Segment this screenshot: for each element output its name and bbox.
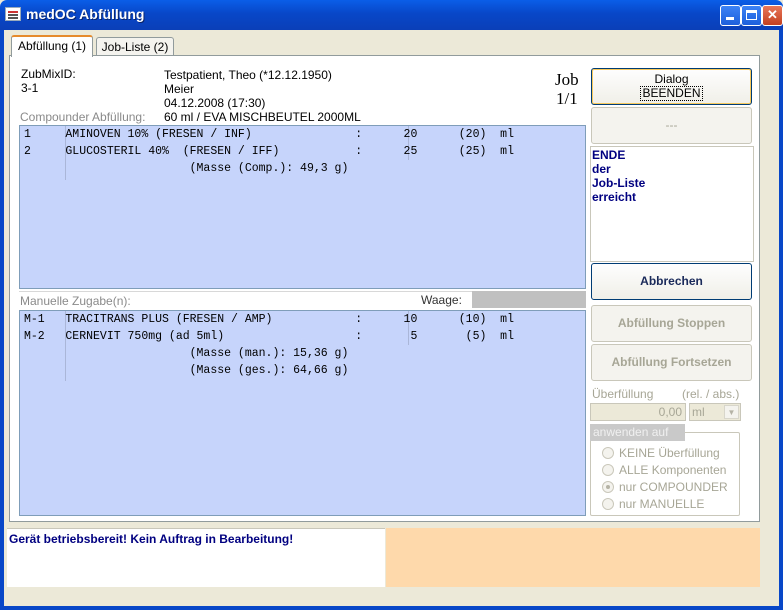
total-mass: (Masse (ges.): 64,66 g) (24, 364, 349, 377)
overfill-unit-select[interactable]: ml ▼ (689, 403, 741, 421)
overfill-label: Überfüllung (592, 387, 654, 401)
title-bar[interactable]: medOC Abfüllung (0, 0, 783, 30)
message-line: ENDE (592, 148, 626, 162)
job-label: Job (555, 70, 579, 89)
overfill-value-input[interactable]: 0,00 (590, 403, 686, 421)
app-icon (5, 7, 21, 21)
stop-filling-button[interactable]: Abfüllung Stoppen (591, 305, 752, 342)
list-item[interactable]: M-1 TRACITRANS PLUS (FRESEN / AMP) : 10 … (24, 313, 514, 326)
radio-compounder-label: nur COMPOUNDER (619, 480, 728, 494)
window-title: medOC Abfüllung (26, 6, 145, 22)
cancel-button[interactable]: Abbrechen (591, 263, 752, 300)
list-item[interactable]: 1 AMINOVEN 10% (FRESEN / INF) : 20 (20) … (24, 128, 514, 141)
status-message-panel: Gerät betriebsbereit! Kein Auftrag in Be… (7, 528, 385, 587)
minimize-button[interactable] (720, 5, 741, 26)
chevron-down-icon[interactable]: ▼ (724, 405, 739, 419)
compounder-mass: (Masse (Comp.): 49,3 g) (24, 162, 349, 175)
radio-all[interactable] (602, 464, 614, 476)
overfill-mode: (rel. / abs.) (682, 387, 740, 401)
dialog-end-label-2: BEENDEN (640, 86, 703, 101)
apply-label: anwenden auf (590, 424, 685, 441)
scale-display (472, 291, 586, 308)
order-datetime: 04.12.2008 (17:30) (164, 96, 266, 110)
dialog-end-button[interactable]: Dialog BEENDEN (591, 68, 752, 105)
message-line: erreicht (592, 190, 637, 204)
radio-none-label: KEINE Überfüllung (619, 446, 720, 460)
doctor-name: Meier (164, 82, 195, 96)
maximize-button[interactable] (741, 5, 762, 26)
list-item[interactable]: M-2 CERNEVIT 750mg (ad 5ml) : 5 (5) ml (24, 330, 514, 343)
scale-label: Waage: (421, 293, 462, 307)
patient-name: Testpatient, Theo (*12.12.1950) (164, 68, 332, 82)
tab-abfuellung[interactable]: Abfüllung (1) (11, 35, 93, 57)
radio-compounder[interactable] (602, 481, 614, 493)
radio-manual[interactable] (602, 498, 614, 510)
radio-manual-label: nur MANUELLE (619, 497, 705, 511)
radio-all-label: ALLE Komponenten (619, 463, 727, 477)
job-count: 1/1 (556, 89, 578, 108)
manual-mass: (Masse (man.): 15,36 g) (24, 347, 349, 360)
compounder-label: Compounder Abfüllung: (20, 110, 146, 124)
tab-job-liste[interactable]: Job-Liste (2) (96, 37, 174, 57)
overfill-unit-value: ml (692, 405, 705, 419)
manual-list[interactable]: M-1 TRACITRANS PLUS (FRESEN / AMP) : 10 … (19, 310, 586, 516)
placeholder-button[interactable]: --- (591, 107, 752, 144)
zubmix-label: ZubMixID: (21, 67, 76, 81)
zubmix-value: 3-1 (21, 81, 39, 95)
continue-filling-button[interactable]: Abfüllung Fortsetzen (591, 344, 752, 381)
close-button[interactable] (762, 5, 783, 26)
bag-volume: 60 ml / EVA MISCHBEUTEL 2000ML (164, 110, 361, 124)
status-indicator-panel (386, 528, 760, 587)
compounder-list[interactable]: 1 AMINOVEN 10% (FRESEN / INF) : 20 (20) … (19, 125, 586, 289)
dialog-end-label-1: Dialog (654, 72, 689, 86)
message-line: Job-Liste (592, 176, 646, 190)
message-line: der (592, 162, 611, 176)
manual-label: Manuelle Zugabe(n): (20, 294, 131, 308)
message-box: ENDE der Job-Liste erreicht (590, 146, 754, 262)
list-item[interactable]: 2 GLUCOSTERIL 40% (FRESEN / IFF) : 25 (2… (24, 145, 514, 158)
status-text: Gerät betriebsbereit! Kein Auftrag in Be… (9, 532, 294, 546)
radio-none[interactable] (602, 447, 614, 459)
